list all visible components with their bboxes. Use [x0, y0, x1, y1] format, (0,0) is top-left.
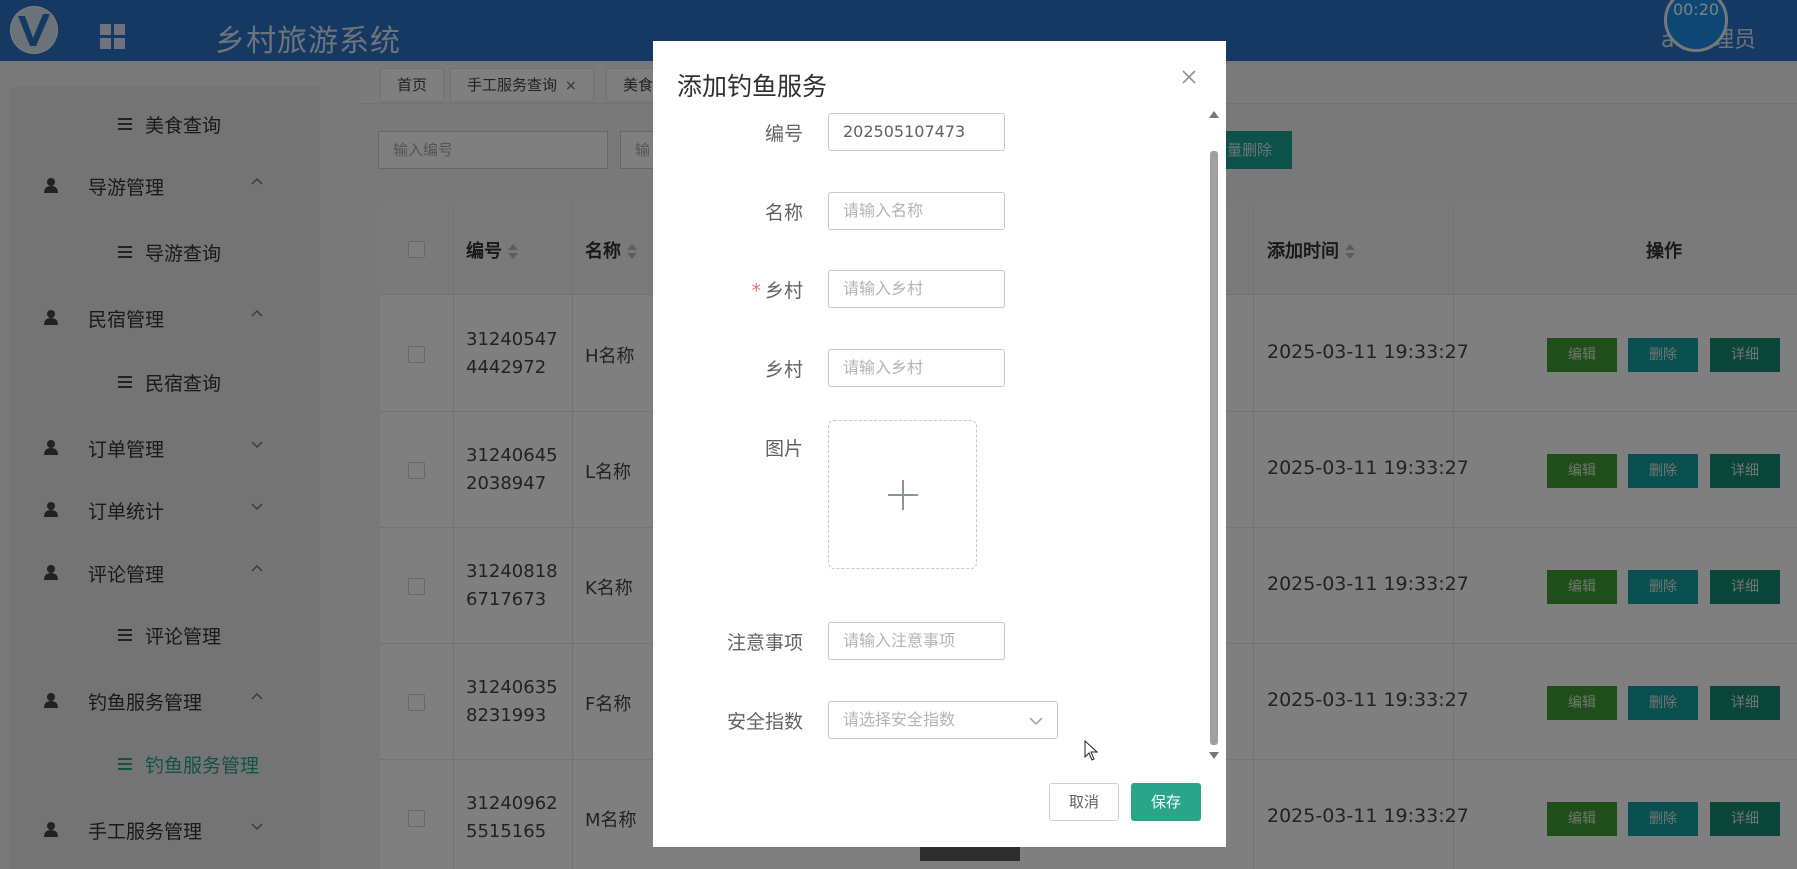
scroll-up-arrow[interactable] — [1209, 111, 1219, 118]
label-id: 编号 — [764, 123, 803, 145]
add-fishing-dialog: 添加钓鱼服务 编号 202505107473 名称 请输入名称 * 乡村 请输入乡… — [653, 41, 1226, 847]
plus-icon — [888, 480, 918, 510]
label-text: 乡村 — [764, 280, 803, 302]
chevron-down-icon — [1029, 717, 1043, 726]
label-safety: 安全指数 — [726, 711, 803, 733]
safety-select[interactable]: 请选择安全指数 — [828, 701, 1058, 739]
required-mark: * — [751, 280, 761, 302]
select-placeholder: 请选择安全指数 — [843, 710, 956, 729]
village-field[interactable]: 请输入乡村 — [828, 270, 1005, 308]
close-icon[interactable] — [1177, 65, 1201, 89]
village-field-2[interactable]: 请输入乡村 — [828, 349, 1005, 387]
label-name: 名称 — [764, 202, 803, 224]
label-image: 图片 — [764, 438, 803, 460]
scroll-down-arrow[interactable] — [1209, 752, 1219, 759]
dialog-scrollbar[interactable] — [1209, 111, 1219, 759]
name-field[interactable]: 请输入名称 — [828, 192, 1005, 230]
save-button[interactable]: 保存 — [1131, 783, 1201, 821]
label-notes: 注意事项 — [726, 632, 803, 654]
label-village-required: * 乡村 — [683, 276, 803, 303]
scroll-thumb[interactable] — [1210, 151, 1218, 745]
label-village: 乡村 — [764, 359, 803, 381]
dialog-title: 添加钓鱼服务 — [677, 72, 828, 101]
notes-field[interactable]: 请输入注意事项 — [828, 622, 1005, 660]
id-field[interactable]: 202505107473 — [828, 113, 1005, 151]
cancel-button[interactable]: 取消 — [1049, 783, 1119, 821]
image-upload[interactable] — [828, 420, 977, 569]
mouse-cursor-icon — [1084, 740, 1099, 761]
